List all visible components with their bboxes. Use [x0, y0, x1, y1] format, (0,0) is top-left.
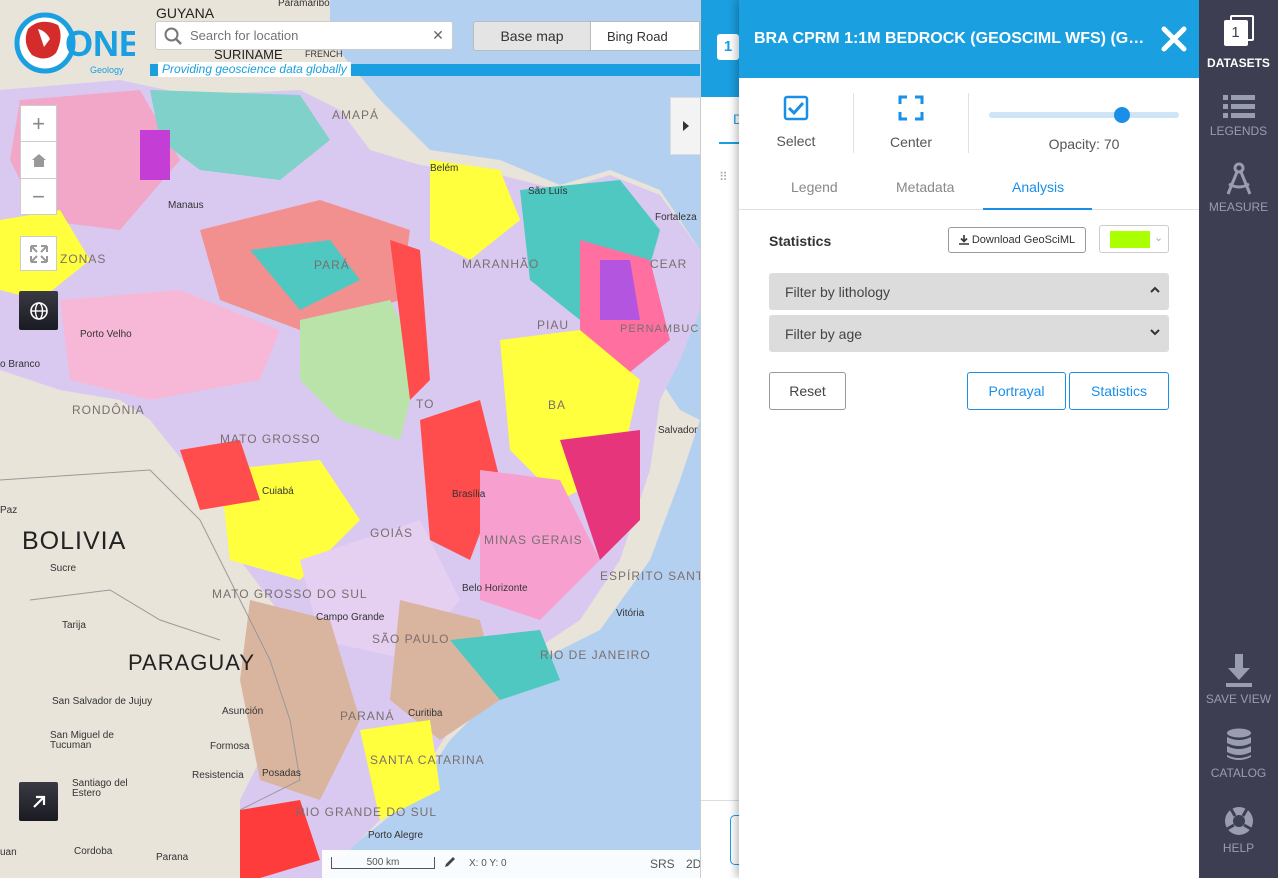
- expand-button[interactable]: [19, 782, 58, 821]
- pencil-icon[interactable]: [443, 855, 457, 872]
- sidebar-item-datasets[interactable]: 1 DATASETS: [1199, 15, 1278, 70]
- caret-right-icon: [682, 121, 689, 131]
- search-input[interactable]: [190, 28, 424, 43]
- zoom-out-button[interactable]: −: [20, 179, 57, 215]
- basemap-selector[interactable]: Base map Bing Road: [473, 21, 700, 51]
- dataset-title: BRA CPRM 1:1M BEDROCK (GEOSCIML WFS) (GE…: [754, 30, 1154, 47]
- scale-bar: 500 km: [331, 857, 435, 869]
- map-view[interactable]: Paramaribo GUYANA SURINAME FRENCH AMAPÁ …: [0, 0, 700, 878]
- drag-handle-icon[interactable]: ⠿: [719, 170, 728, 184]
- download-icon: [958, 235, 969, 245]
- tab-analysis[interactable]: Analysis: [1012, 179, 1064, 195]
- center-label: Center: [889, 134, 933, 150]
- filter-lithology[interactable]: Filter by lithology: [769, 273, 1169, 310]
- filter-age-label: Filter by age: [785, 325, 863, 342]
- zoom-in-button[interactable]: +: [20, 105, 57, 142]
- color-picker[interactable]: ⌄: [1099, 225, 1169, 253]
- srs-value[interactable]: 2D: [686, 857, 700, 871]
- sidebar-label: DATASETS: [1207, 56, 1270, 70]
- chevron-down-icon: [1150, 329, 1160, 336]
- chevron-up-icon: [1150, 286, 1160, 293]
- center-tool[interactable]: Center: [876, 95, 946, 150]
- svg-text:ONE: ONE: [65, 23, 135, 64]
- globe-icon: [29, 301, 48, 320]
- statistics-heading: Statistics: [769, 233, 832, 249]
- sidebar-item-legends[interactable]: LEGENDS: [1199, 94, 1278, 138]
- home-icon: [31, 154, 46, 167]
- close-button[interactable]: [1159, 24, 1189, 54]
- sidebar-item-save-view[interactable]: SAVE VIEW: [1199, 654, 1278, 706]
- list-icon: [1222, 95, 1255, 118]
- sidebar-label: SAVE VIEW: [1205, 692, 1272, 706]
- fullscreen-icon: [29, 244, 48, 263]
- basemap-select[interactable]: Bing Road: [591, 22, 699, 50]
- right-sidebar: 1 DATASETS LEGENDS MEASURE SAVE VIEW CAT…: [1199, 0, 1278, 878]
- portrayal-button[interactable]: Portrayal: [967, 372, 1066, 410]
- center-focus-icon: [898, 95, 924, 121]
- home-button[interactable]: [20, 142, 57, 179]
- srs-label: SRS: [650, 857, 675, 871]
- active-tab-indicator: [983, 208, 1092, 210]
- search-icon: [156, 27, 190, 45]
- close-icon: [1161, 26, 1187, 52]
- arrow-up-right-icon: [32, 795, 45, 808]
- sidebar-item-help[interactable]: HELP: [1199, 805, 1278, 855]
- statistics-button[interactable]: Statistics: [1069, 372, 1169, 410]
- select-label: Select: [776, 133, 816, 149]
- globe-button[interactable]: [19, 291, 58, 330]
- dataset-count-badge: 1: [717, 34, 739, 60]
- lifebuoy-icon: [1224, 807, 1253, 835]
- onegeology-logo[interactable]: ONE Geology: [10, 9, 143, 79]
- checkbox-icon: [783, 95, 809, 121]
- filter-lithology-label: Filter by lithology: [785, 283, 891, 300]
- sidebar-item-catalog[interactable]: CATALOG: [1199, 728, 1278, 780]
- slider-knob[interactable]: [1114, 107, 1130, 123]
- download-icon: [1225, 654, 1252, 687]
- fullscreen-button[interactable]: [20, 236, 57, 271]
- coordinates: X: 0 Y: 0: [469, 858, 507, 869]
- sidebar-label: MEASURE: [1208, 200, 1269, 214]
- tagline: Providing geoscience data globally: [158, 62, 351, 77]
- download-geosciml-button[interactable]: Download GeoSciML: [948, 227, 1086, 253]
- sidebar-label: CATALOG: [1210, 766, 1267, 780]
- opacity-label: Opacity: 70: [1048, 136, 1120, 152]
- sidebar-label: LEGENDS: [1209, 124, 1268, 138]
- basemap-label: Base map: [474, 22, 591, 50]
- download-label: Download GeoSciML: [971, 234, 1076, 246]
- sidebar-label: HELP: [1222, 841, 1255, 855]
- location-search[interactable]: ✕: [155, 21, 453, 50]
- sidebar-item-measure[interactable]: MEASURE: [1199, 162, 1278, 214]
- panel-header: BRA CPRM 1:1M BEDROCK (GEOSCIML WFS) (GE…: [739, 0, 1199, 78]
- status-bar: 500 km X: 0 Y: 0 SRS 2D: [322, 850, 700, 878]
- layers-panel-behind: 1 D ⠿: [700, 0, 744, 878]
- select-tool[interactable]: Select: [761, 95, 831, 149]
- svg-text:Geology: Geology: [90, 65, 124, 75]
- tab-metadata[interactable]: Metadata: [896, 179, 954, 195]
- opacity-slider[interactable]: [989, 107, 1179, 123]
- datasets-icon: 1: [1223, 15, 1254, 47]
- database-icon: [1226, 728, 1251, 760]
- clear-icon[interactable]: ✕: [424, 27, 452, 44]
- compass-measure-icon: [1226, 162, 1251, 195]
- panel-collapse-button[interactable]: [670, 97, 700, 155]
- chevron-down-icon: ⌄: [1154, 232, 1164, 244]
- filter-age[interactable]: Filter by age: [769, 315, 1169, 352]
- reset-button[interactable]: Reset: [769, 372, 846, 410]
- geology-map-layer: [0, 0, 700, 878]
- tab-legend[interactable]: Legend: [791, 179, 838, 195]
- color-swatch: [1110, 231, 1150, 248]
- dataset-panel: BRA CPRM 1:1M BEDROCK (GEOSCIML WFS) (GE…: [739, 0, 1199, 878]
